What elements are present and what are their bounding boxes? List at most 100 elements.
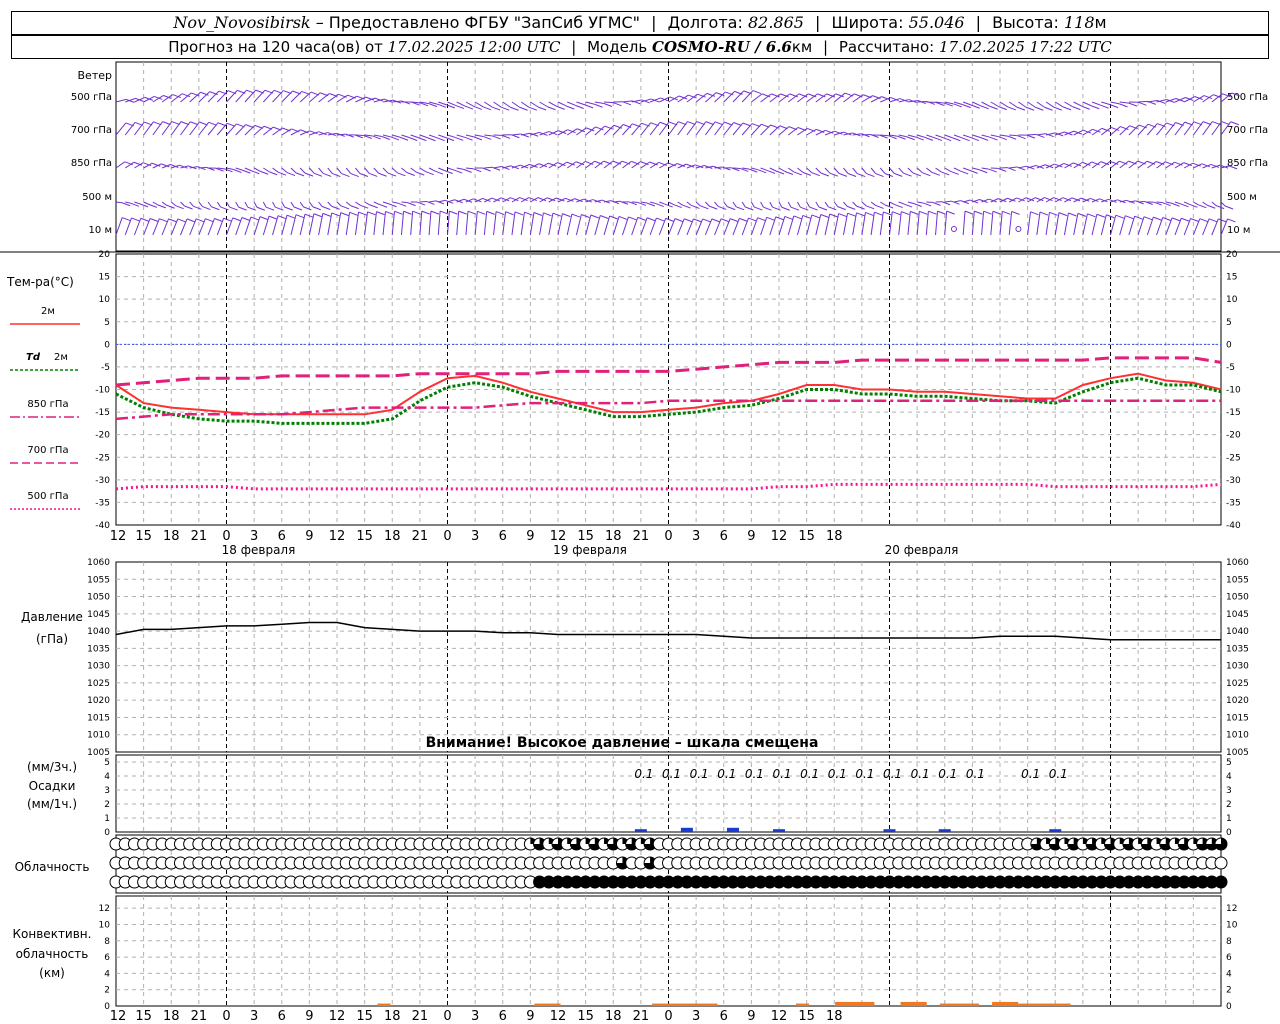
x-tick-label-bottom: 18 [384, 1009, 401, 1024]
conv-tick-left: 6 [104, 953, 110, 963]
wind-barb [327, 93, 339, 103]
wind-barb [502, 101, 511, 108]
wind-barb-flag [766, 216, 775, 221]
wind-barb [990, 211, 994, 236]
wind-barb [447, 199, 455, 203]
x-tick-label: 6 [720, 529, 728, 544]
wind-barb-flag [865, 211, 874, 216]
wind-barb [935, 211, 938, 236]
wind-barb-flag [358, 211, 367, 216]
convective-bar [795, 1003, 810, 1006]
temp-tick-right: 15 [1226, 273, 1237, 283]
wind-barb [981, 211, 985, 236]
wind-barb [935, 134, 944, 139]
temp-tick-left: 15 [99, 273, 110, 283]
wind-barb [493, 101, 502, 108]
wind-barb [336, 167, 342, 174]
wind-barb-flag [903, 172, 912, 177]
wind-barb [796, 201, 801, 208]
temp-tick-right: 5 [1226, 318, 1232, 328]
wind-barb-flag [369, 172, 378, 177]
wind-barb [327, 201, 333, 207]
wind-barb-flag [519, 106, 528, 111]
wind-level-label-right: 10 м [1227, 225, 1250, 236]
wind-barb [751, 93, 763, 103]
pres-tick-right: 1045 [1226, 610, 1249, 620]
wind-barb-flag [818, 206, 828, 211]
wind-barb [318, 93, 330, 103]
wind-barb-flag [628, 216, 637, 221]
wind-barb-flag [533, 212, 543, 216]
wind-barb [392, 100, 403, 103]
wind-barb-flag [159, 218, 168, 223]
wind-barb [621, 216, 629, 236]
wind-barb [1183, 201, 1190, 205]
wind-barb-flag [312, 206, 321, 211]
wind-barb [631, 161, 641, 169]
wind-barb [999, 101, 1009, 108]
wind-barb [1082, 213, 1088, 236]
wind-barb-flag [915, 136, 924, 141]
wind-barb [1165, 201, 1172, 204]
wind-barb [843, 201, 848, 207]
wind-barb [493, 211, 497, 236]
wind-barb [1009, 166, 1018, 169]
precip-bar [883, 829, 896, 832]
wind-barb-flag [220, 206, 229, 211]
wind-barb [981, 134, 990, 138]
wind-barb [604, 101, 614, 104]
pres-tick-right: 1005 [1226, 748, 1249, 758]
wind-barb-flag [829, 213, 838, 218]
convective-bar [1018, 1003, 1071, 1006]
wind-barb-flag [492, 135, 501, 140]
wind-barb-flag [1215, 205, 1225, 210]
wind-barb-flag [140, 217, 149, 222]
precip-value-label: 0.1 [717, 767, 736, 781]
wind-barb-flag [932, 201, 941, 206]
wind-barb-flag [575, 105, 584, 109]
wind-barb-flag [571, 213, 581, 218]
wind-barb-flag [444, 170, 453, 175]
wind-barb [235, 167, 243, 171]
conv-tick-left: 2 [104, 986, 110, 996]
wind-barb-flag [416, 201, 426, 206]
wind-barb [631, 217, 639, 236]
wind-barb-flag [1128, 102, 1138, 107]
wind-barb [373, 134, 382, 138]
prec-tick-left: 4 [104, 772, 110, 782]
wind-barb [1036, 133, 1046, 136]
wind-barb [1018, 165, 1027, 169]
wind-barb [953, 167, 961, 172]
wind-barb [511, 133, 521, 136]
wind-barb-flag [603, 103, 613, 107]
wind-barb-flag [427, 137, 436, 142]
wind-barb [484, 197, 493, 203]
wind-barb [742, 167, 750, 170]
wind-barb-flag [736, 206, 745, 211]
wind-barb-flag [992, 210, 1002, 215]
wind-barb [429, 200, 436, 203]
wind-barb-flag [238, 206, 247, 211]
wind-barb [953, 134, 962, 139]
wind-barb-flag [1039, 211, 1049, 216]
x-tick-label-bottom: 15 [577, 1009, 594, 1024]
wind-barb-flag [482, 106, 492, 111]
pres-tick-left: 1025 [87, 679, 110, 689]
temp-tick-right: -25 [1226, 453, 1241, 463]
wind-barb-flag [463, 168, 472, 173]
x-tick-label-bottom: 3 [250, 1009, 258, 1024]
wind-barb-flag [942, 137, 952, 142]
x-tick-label-bottom: 0 [443, 1009, 451, 1024]
wind-barb [944, 167, 951, 172]
wind-barb-flag [865, 205, 875, 210]
wind-barb-flag [1026, 134, 1036, 139]
wind-barb-flag [1044, 106, 1053, 111]
conv-tick-left: 4 [104, 969, 110, 979]
wind-barb-flag [754, 206, 763, 211]
wind-barb [364, 201, 370, 206]
wind-barb-flag [418, 137, 427, 142]
temp-tick-left: -25 [95, 453, 110, 463]
wind-barb-flag [1091, 105, 1100, 110]
pres-tick-right: 1040 [1226, 627, 1249, 637]
wind-barb-flag [790, 206, 800, 211]
